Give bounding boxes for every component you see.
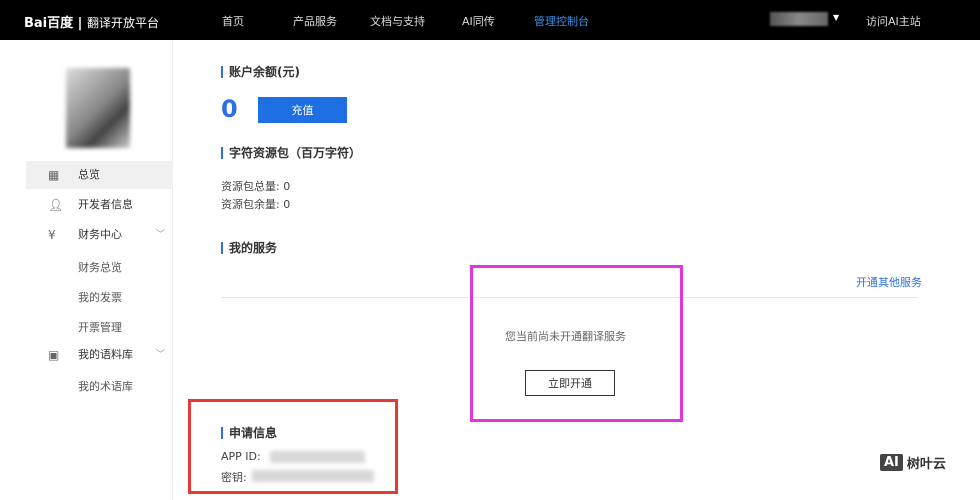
label: 财务中心 (78, 228, 122, 241)
user-menu[interactable] (770, 12, 828, 26)
sidebar-sub-termbase[interactable]: 我的术语库 (78, 378, 133, 394)
balance-title: 账户余额(元) (221, 66, 300, 78)
chevron-down-icon: ﹀ (155, 230, 165, 240)
watermark-logo: AI 树叶云 (880, 453, 946, 472)
sidebar-item-overview[interactable]: ▦ 总览 (26, 161, 173, 189)
label: 开发者信息 (78, 198, 133, 211)
nav-docs[interactable]: 文档与支持 (370, 13, 425, 29)
box-icon: ▣ (48, 348, 60, 362)
visit-ai-site-link[interactable]: 访问AI主站 (866, 13, 921, 29)
top-nav-bar: Bai百度 | 翻译开放平台 首页 产品服务 文档与支持 AI同传 管理控制台 … (0, 0, 980, 40)
balance-value: 0 (221, 95, 238, 123)
caret-down-icon[interactable]: ▼ (833, 13, 839, 22)
package-remain: 资源包余量: 0 (221, 198, 291, 211)
grid-icon: ▦ (48, 168, 60, 182)
baidu-logo[interactable]: Bai百度 | 翻译开放平台 (24, 12, 159, 31)
highlight-box-magenta (470, 265, 683, 422)
nav-home[interactable]: 首页 (222, 13, 244, 29)
sidebar: ▦ 总览 👤︎ 开发者信息 ¥ 财务中心 ﹀ 财务总览 我的发票 开票管理 ▣ 我的语料库… (0, 40, 173, 500)
open-other-services-link[interactable]: 开通其他服务 (856, 274, 922, 290)
nav-console[interactable]: 管理控制台 (534, 13, 589, 29)
label: 我的语料库 (78, 348, 133, 361)
sidebar-item-developer[interactable]: 👤︎ 开发者信息 (26, 191, 173, 219)
package-total: 资源包总量: 0 (221, 180, 291, 193)
package-title: 字符资源包（百万字符） (221, 147, 361, 159)
sidebar-item-corpus[interactable]: ▣ 我的语料库 ﹀ (26, 341, 173, 369)
avatar (66, 68, 130, 148)
label: 总览 (78, 168, 100, 181)
yen-icon: ¥ (48, 228, 56, 242)
highlight-box-red (188, 399, 398, 494)
sidebar-sub-invoices[interactable]: 我的发票 (78, 289, 122, 305)
nav-ai-interpret[interactable]: AI同传 (462, 13, 495, 29)
user-icon: 👤︎ (48, 198, 64, 212)
services-title: 我的服务 (221, 242, 277, 254)
sidebar-item-finance[interactable]: ¥ 财务中心 ﹀ (26, 221, 173, 249)
recharge-button[interactable]: 充值 (258, 97, 347, 123)
sidebar-sub-invoice-manage[interactable]: 开票管理 (78, 319, 122, 335)
sidebar-sub-finance-overview[interactable]: 财务总览 (78, 259, 122, 275)
chevron-down-icon: ﹀ (155, 350, 165, 360)
nav-products[interactable]: 产品服务 (293, 13, 337, 29)
